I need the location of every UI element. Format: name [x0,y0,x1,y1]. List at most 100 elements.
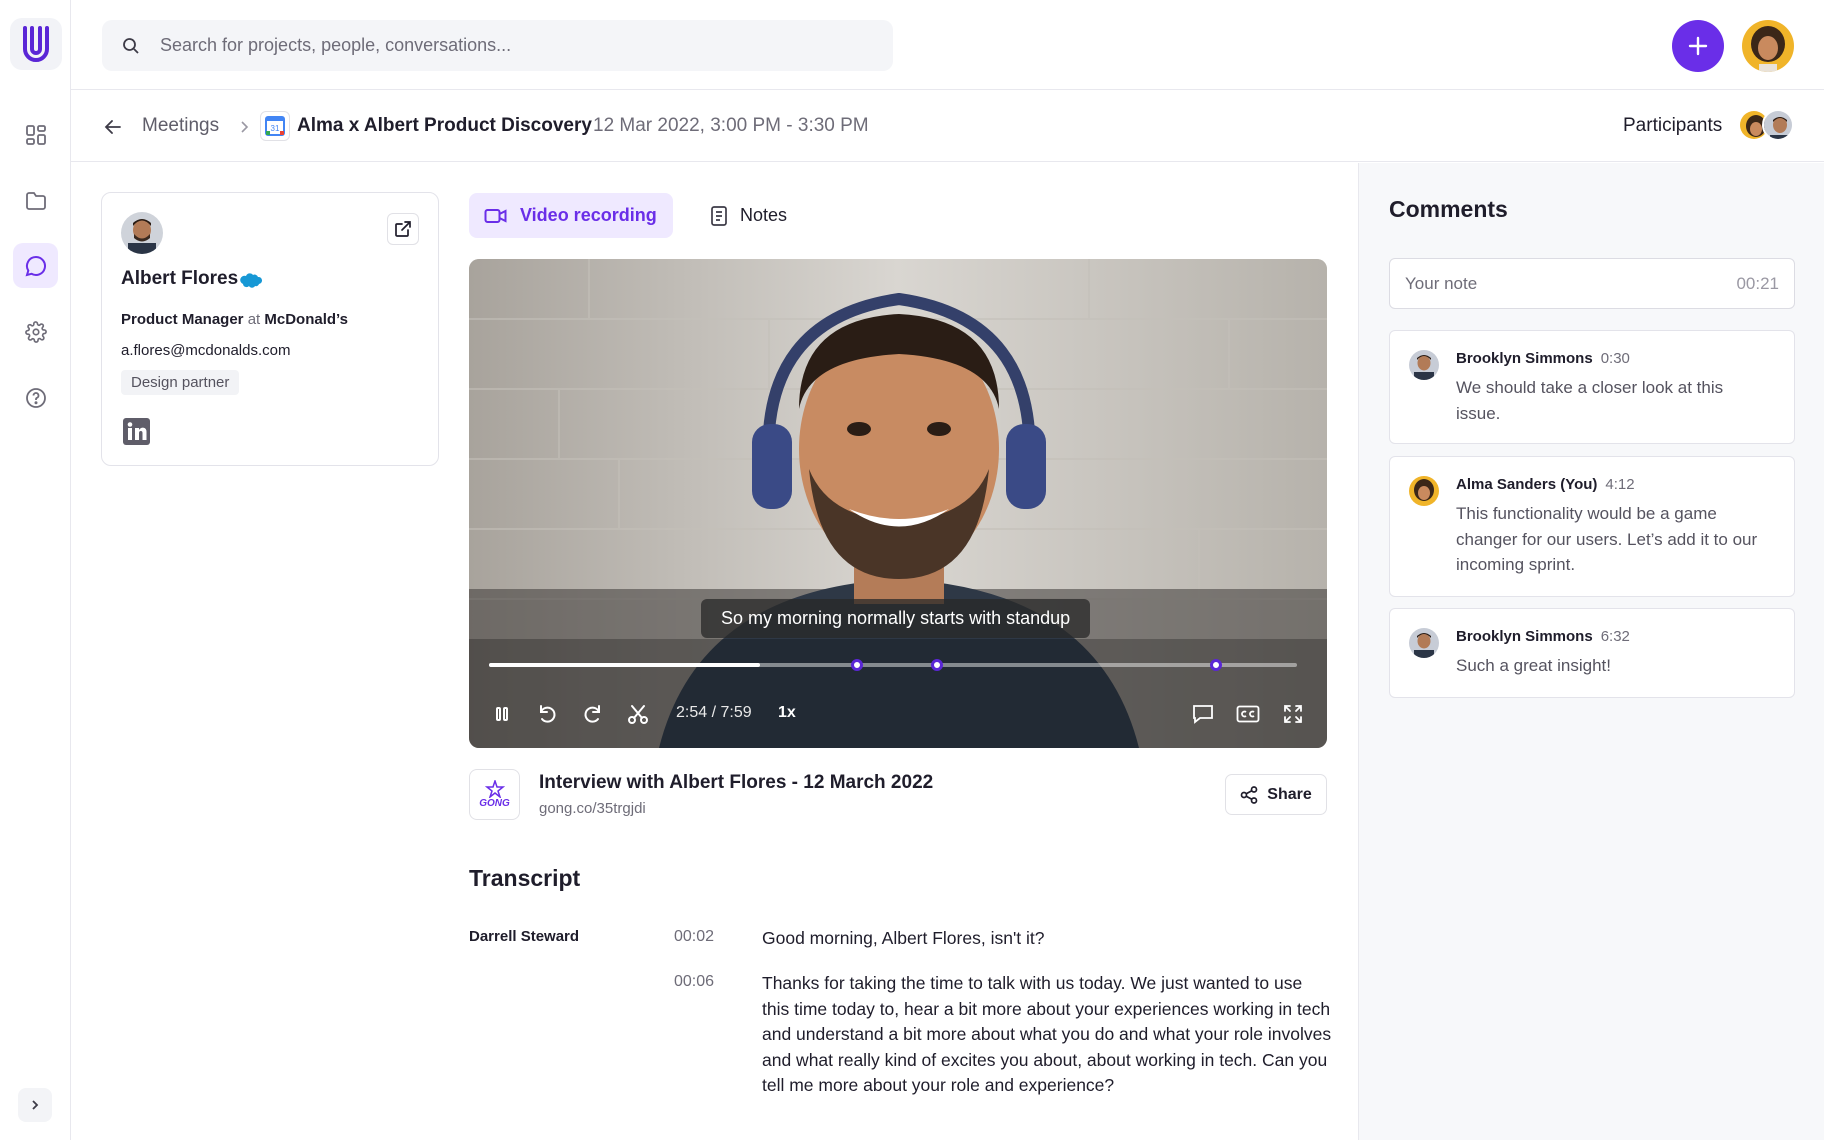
tab-label: Video recording [520,205,657,225]
transcript-timestamp[interactable]: 00:06 [674,973,714,991]
contact-tag: Design partner [121,370,240,395]
scissors-icon [628,705,648,724]
nav-help[interactable] [13,375,58,420]
fullscreen-button[interactable] [1279,700,1307,728]
contact-email[interactable]: a.flores@mcdonalds.com [121,342,290,359]
note-input[interactable] [1405,273,1705,294]
contact-company: McDonald’s [264,311,349,328]
gong-logo: GONG [469,769,520,820]
meeting-title: Alma x Albert Product Discovery [297,115,592,136]
comment-timestamp[interactable]: 6:32 [1601,628,1630,645]
recording-title: Interview with Albert Flores - 12 March … [539,772,934,793]
linkedin-icon[interactable] [123,418,150,445]
comment-author: Brooklyn Simmons 0:30 [1456,350,1630,367]
contact-title: Product Manager [121,311,244,328]
search-box[interactable] [102,20,893,71]
help-icon [25,387,46,408]
salesforce-icon[interactable] [239,272,263,288]
comment-button[interactable] [1189,700,1217,728]
expand-sidebar-button[interactable] [18,1088,52,1122]
logo-icon [23,26,49,62]
nav-dashboard[interactable] [13,112,58,157]
meeting-date: 12 Mar 2022, 3:00 PM - 3:30 PM [593,115,869,136]
share-icon [1240,785,1258,804]
share-button[interactable]: Share [1225,774,1327,815]
forward-button[interactable] [579,700,607,728]
transcript-timestamp[interactable]: 00:02 [674,928,714,946]
tab-video-recording[interactable]: Video recording [469,193,673,238]
comment-marker[interactable] [850,659,863,671]
comment-author-name: Brooklyn Simmons [1456,350,1593,367]
comment-item[interactable]: Brooklyn Simmons 6:32 Such a great insigh… [1389,608,1795,698]
document-icon [710,205,728,227]
comment-text: This functionality would be a game chang… [1456,504,1758,574]
playback-speed-button[interactable]: 1x [778,704,796,722]
transcript-text: Thanks for taking the time to talk with … [762,973,1332,1095]
transcript-text: Good morning, Albert Flores, isn't it? [762,928,1045,948]
comment-timestamp[interactable]: 4:12 [1605,476,1634,493]
comment-author: Alma Sanders (You) 4:12 [1456,476,1635,493]
comments-panel: Comments 00:21 Brooklyn Simmons 0:30 We s… [1358,163,1824,1140]
arrow-left-icon [104,120,121,134]
chevron-right-icon [32,1100,39,1110]
commenter-avatar [1409,476,1439,506]
user-avatar[interactable] [1742,20,1794,72]
comments-heading: Comments [1389,196,1508,222]
back-button[interactable] [101,115,125,139]
rewind-icon [540,705,556,723]
app-logo[interactable] [10,18,62,70]
contact-card: Albert Flores Product Manager at McDonal… [101,192,439,466]
search-input[interactable] [160,35,860,56]
video-camera-icon [484,207,508,225]
fullscreen-icon [1284,705,1302,723]
left-rail [0,0,71,1140]
tab-notes[interactable]: Notes [695,193,815,238]
comment-text: Such a great insight! [1456,656,1611,675]
pause-button[interactable] [488,700,516,728]
plus-icon [1688,36,1708,56]
video-time: 2:54 / 7:59 [676,704,752,721]
video-frame [469,259,1327,748]
forward-icon [584,705,600,723]
comment-timestamp[interactable]: 0:30 [1601,350,1630,367]
video-player[interactable]: So my morning normally starts with stand… [469,259,1327,748]
comment-item[interactable]: Alma Sanders (You) 4:12 This functionalit… [1389,456,1795,597]
breadcrumb-meetings-link[interactable]: Meetings [142,115,219,137]
top-bar [71,0,1824,90]
contact-avatar [121,212,163,254]
chat-bubble-icon [25,255,46,276]
rewind-button[interactable] [533,700,561,728]
search-icon [123,37,139,54]
participant-avatar[interactable] [1762,109,1794,141]
recording-url[interactable]: gong.co/35trgjdi [539,800,646,817]
svg-text:31: 31 [271,124,280,133]
transcript-speaker: Darrell Steward [469,928,580,945]
note-timestamp: 00:21 [1736,273,1779,293]
comment-item[interactable]: Brooklyn Simmons 0:30 We should take a cl… [1389,330,1795,444]
note-field[interactable]: 00:21 [1389,258,1795,309]
share-label: Share [1267,785,1312,803]
nav-conversations[interactable] [13,243,58,288]
create-button[interactable] [1672,20,1724,72]
nav-settings[interactable] [13,309,58,354]
video-progress-track[interactable] [489,659,1297,671]
comment-text: We should take a closer look at this iss… [1456,378,1724,423]
commenter-avatar [1409,628,1439,658]
clip-button[interactable] [624,700,652,728]
gong-star-icon [484,780,505,798]
video-caption: So my morning normally starts with stand… [701,599,1091,638]
chevron-right-icon [234,115,254,139]
comment-author: Brooklyn Simmons 6:32 [1456,628,1630,645]
folder-icon [25,191,46,210]
tab-label: Notes [740,205,788,225]
comment-author-name: Alma Sanders (You) [1456,476,1598,493]
commenter-avatar [1409,350,1439,380]
open-external-button[interactable] [387,213,419,245]
cc-icon [1236,705,1260,723]
participants-label[interactable]: Participants [1623,115,1722,137]
closed-captions-button[interactable] [1234,700,1262,728]
external-link-icon [395,221,411,237]
gear-icon [24,320,47,343]
gong-logo-text: GONG [479,798,510,809]
nav-folders[interactable] [13,178,58,223]
